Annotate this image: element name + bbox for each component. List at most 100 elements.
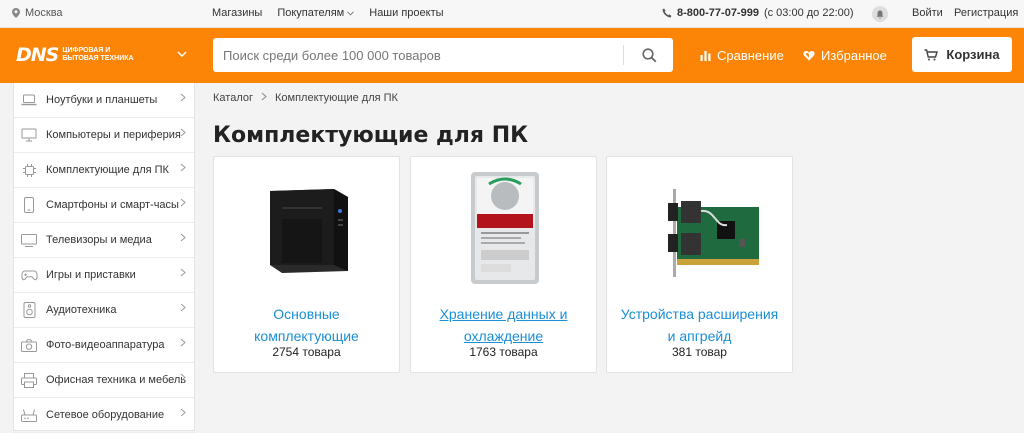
dns-logo[interactable]: DNS цифровая и бытовая техника: [16, 44, 146, 66]
cpu-icon: [20, 161, 38, 179]
sidebar-item-label: Офисная техника и мебель: [46, 374, 187, 386]
phone-number[interactable]: 8-800-77-07-999: [677, 7, 759, 19]
sidebar-item-photo-video[interactable]: Фото-видеоаппаратура: [14, 328, 194, 363]
camera-icon: [20, 336, 38, 354]
customers-link[interactable]: Покупателям: [277, 7, 355, 19]
product-count: 1763 товара: [469, 345, 538, 359]
category-title[interactable]: Устройства расширения и апгрейд: [612, 303, 787, 347]
logo-text: DNS: [16, 44, 59, 66]
compare-link[interactable]: Сравнение: [700, 48, 784, 63]
phone-icon: [662, 8, 672, 18]
sidebar-item-office[interactable]: Офисная техника и мебель: [14, 363, 194, 398]
chevron-right-icon: [180, 93, 186, 105]
compare-label: Сравнение: [717, 48, 784, 63]
notifications-icon[interactable]: [872, 6, 888, 22]
projects-link[interactable]: Наши проекты: [369, 7, 443, 19]
category-title-line1: Устройства расширения: [620, 306, 779, 322]
favorites-link[interactable]: Избранное: [803, 48, 887, 63]
category-sidebar: Ноутбуки и планшеты Компьютеры и перифер…: [13, 83, 195, 433]
heart-icon: [803, 51, 815, 61]
chevron-right-icon: [180, 163, 186, 175]
main-header: DNS цифровая и бытовая техника Сравнение…: [0, 28, 1024, 83]
chevron-down-icon: [347, 10, 355, 16]
cart-label: Корзина: [946, 47, 1000, 62]
product-count: 2754 товара: [272, 345, 341, 359]
chevron-right-icon: [180, 128, 186, 140]
search-divider: [623, 45, 624, 65]
chevron-right-icon: [180, 373, 186, 385]
breadcrumb: Каталог Комплектующие для ПК: [213, 92, 398, 104]
speaker-icon: [20, 301, 38, 319]
sidebar-item-audio[interactable]: Аудиотехника: [14, 293, 194, 328]
laptop-icon: [20, 91, 38, 109]
category-card-expansion[interactable]: Устройства расширения и апгрейд 381 това…: [606, 156, 793, 373]
chevron-right-icon: [180, 303, 186, 315]
login-link[interactable]: Войти: [912, 7, 943, 19]
sidebar-item-computers[interactable]: Компьютеры и периферия: [14, 118, 194, 153]
chevron-right-icon: [180, 198, 186, 210]
chevron-right-icon: [261, 92, 267, 104]
category-title[interactable]: Хранение данных и охлаждение: [416, 303, 591, 347]
chevron-right-icon: [180, 268, 186, 280]
logo-tagline: цифровая и бытовая техника: [62, 47, 134, 62]
cart-icon: [924, 48, 939, 60]
category-title-line2: охлаждение: [463, 328, 544, 344]
search-button[interactable]: [627, 38, 671, 72]
chevron-right-icon: [180, 338, 186, 350]
location-pin-icon: [12, 8, 20, 18]
city-selector[interactable]: Москва: [12, 7, 63, 19]
product-count: 381 товар: [672, 345, 727, 359]
router-icon: [20, 406, 38, 424]
sidebar-item-label: Фото-видеоаппаратура: [46, 339, 165, 351]
sidebar-item-label: Комплектующие для ПК: [46, 164, 169, 176]
search-input[interactable]: [213, 38, 623, 72]
chevron-right-icon: [180, 408, 186, 420]
chevron-right-icon: [180, 233, 186, 245]
sidebar-item-label: Игры и приставки: [46, 269, 136, 281]
category-card-storage-cooling[interactable]: Хранение данных и охлаждение 1763 товара: [410, 156, 597, 373]
sidebar-item-label: Смартфоны и смарт-часы: [46, 199, 179, 211]
top-bar: Москва Магазины Покупателям Наши проекты…: [0, 0, 1024, 28]
hard-drive-image: [411, 169, 596, 289]
top-links: Магазины Покупателям Наши проекты: [212, 7, 444, 19]
city-label: Москва: [25, 7, 63, 19]
bar-chart-icon: [700, 51, 711, 61]
search-bar: [213, 38, 673, 72]
sidebar-item-laptops[interactable]: Ноутбуки и планшеты: [14, 83, 194, 118]
page-title: Комплектующие для ПК: [213, 123, 529, 148]
sidebar-item-label: Компьютеры и периферия: [46, 129, 181, 141]
printer-icon: [20, 371, 38, 389]
sidebar-item-smartphones[interactable]: Смартфоны и смарт-часы: [14, 188, 194, 223]
customers-label: Покупателям: [277, 7, 345, 19]
breadcrumb-catalog[interactable]: Каталог: [213, 92, 253, 104]
gamepad-icon: [20, 266, 38, 284]
breadcrumb-current: Комплектующие для ПК: [275, 92, 398, 104]
favorites-label: Избранное: [821, 48, 887, 63]
stores-link[interactable]: Магазины: [212, 7, 262, 19]
phone-block: 8-800-77-07-999 (с 03:00 до 22:00): [662, 7, 854, 19]
expansion-card-image: [607, 169, 792, 289]
category-title-line1: Основные: [273, 306, 340, 322]
chevron-down-icon[interactable]: [177, 48, 187, 60]
phone-hours: (с 03:00 до 22:00): [763, 7, 854, 19]
category-card-main-components[interactable]: Основные комплектующие 2754 товара: [213, 156, 400, 373]
cart-button[interactable]: Корзина: [912, 37, 1012, 72]
category-title-line2: и апгрейд: [667, 328, 732, 344]
tv-icon: [20, 231, 38, 249]
category-title[interactable]: Основные комплектующие: [219, 303, 394, 347]
category-title-line2: комплектующие: [254, 328, 359, 344]
category-title-line1: Хранение данных и: [439, 306, 568, 322]
sidebar-item-label: Телевизоры и медиа: [46, 234, 152, 246]
sidebar-item-label: Ноутбуки и планшеты: [46, 94, 158, 106]
register-link[interactable]: Регистрация: [954, 7, 1018, 19]
sidebar-item-games[interactable]: Игры и приставки: [14, 258, 194, 293]
sidebar-item-label: Аудиотехника: [46, 304, 117, 316]
sidebar-item-tv[interactable]: Телевизоры и медиа: [14, 223, 194, 258]
search-icon: [641, 47, 656, 62]
pc-case-image: [214, 169, 399, 289]
smartphone-icon: [20, 196, 38, 214]
sidebar-item-label: Сетевое оборудование: [46, 409, 165, 421]
monitor-icon: [20, 126, 38, 144]
sidebar-item-pc-components[interactable]: Комплектующие для ПК: [14, 153, 194, 188]
sidebar-item-network[interactable]: Сетевое оборудование: [14, 398, 194, 433]
